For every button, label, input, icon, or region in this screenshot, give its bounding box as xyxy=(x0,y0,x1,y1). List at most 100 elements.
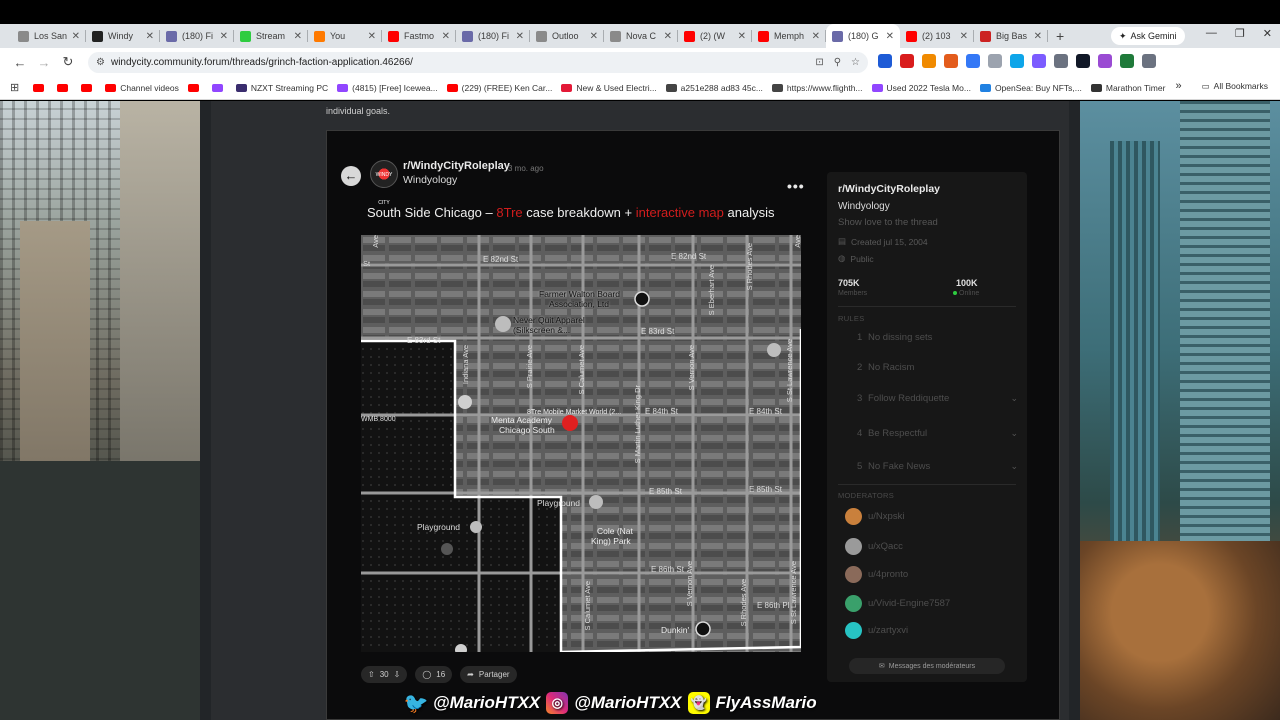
bookmark-item[interactable] xyxy=(211,83,227,92)
close-tab-icon[interactable]: ✕ xyxy=(146,31,154,42)
extension-icon[interactable] xyxy=(878,54,892,68)
extension-icon[interactable] xyxy=(1098,54,1112,68)
post-username[interactable]: Windyology xyxy=(403,174,457,186)
close-tab-icon[interactable]: ✕ xyxy=(294,31,302,42)
extension-icon[interactable] xyxy=(922,54,936,68)
place-label: Association, Ltd xyxy=(549,299,610,309)
extension-icon[interactable] xyxy=(1076,54,1090,68)
close-tab-icon[interactable]: ✕ xyxy=(1034,31,1042,42)
back-icon[interactable]: ← xyxy=(8,55,32,70)
reddit-embed: ← WINDY CITY r/WindyCityRoleplay 3 mo. a… xyxy=(326,130,1060,720)
map-image[interactable]: E 82nd St E 82nd St E 83rd St E 83rd St … xyxy=(361,235,801,652)
site-info-icon[interactable]: ⚙ xyxy=(96,57,105,68)
chevron-down-icon[interactable]: ⌄ xyxy=(1010,393,1018,404)
browser-tab[interactable]: Outloo ✕ xyxy=(530,24,604,48)
browser-tab[interactable]: You ✕ xyxy=(308,24,382,48)
sidebar-subreddit-name[interactable]: r/WindyCityRoleplay xyxy=(838,183,940,195)
bookmark-item[interactable]: Used 2022 Tesla Mo... xyxy=(871,83,971,93)
new-tab-icon[interactable]: + xyxy=(1056,28,1064,44)
close-tab-icon[interactable]: ✕ xyxy=(738,31,746,42)
bookmark-star-icon[interactable]: ☆ xyxy=(851,57,860,68)
bookmark-item[interactable]: https://www.flighth... xyxy=(771,83,863,93)
close-tab-icon[interactable]: ✕ xyxy=(72,31,80,42)
apps-grid-icon[interactable]: ⊞ xyxy=(10,81,19,94)
bookmark-item[interactable]: a251e288 ad83 45c... xyxy=(665,83,763,93)
subreddit-avatar[interactable]: WINDY CITY xyxy=(370,160,398,206)
close-tab-icon[interactable]: ✕ xyxy=(590,31,598,42)
extension-icon[interactable] xyxy=(966,54,980,68)
reload-icon[interactable]: ↻ xyxy=(56,54,80,70)
browser-tab[interactable]: Big Bas ✕ xyxy=(974,24,1048,48)
close-window-icon[interactable]: ✕ xyxy=(1263,27,1272,40)
close-tab-icon[interactable]: ✕ xyxy=(220,31,228,42)
extension-icon[interactable] xyxy=(944,54,958,68)
close-tab-icon[interactable]: ✕ xyxy=(516,31,524,42)
moderator-item[interactable]: u/Vivid-Engine7587 xyxy=(845,593,950,613)
back-arrow-icon[interactable]: ← xyxy=(341,166,361,186)
comments-button[interactable]: ◯ 16 xyxy=(415,666,453,683)
extension-icon[interactable] xyxy=(988,54,1002,68)
more-options-icon[interactable]: ••• xyxy=(787,178,805,194)
bookmark-item[interactable] xyxy=(81,83,96,92)
extension-icon[interactable] xyxy=(1010,54,1024,68)
minimize-icon[interactable]: — xyxy=(1206,27,1217,40)
bookmark-item[interactable]: NZXT Streaming PC xyxy=(235,83,328,93)
bookmark-item[interactable]: New & Used Electri... xyxy=(561,83,657,93)
browser-tab[interactable]: Memph ✕ xyxy=(752,24,826,48)
browser-tab[interactable]: Windy ✕ xyxy=(86,24,160,48)
bookmark-item[interactable] xyxy=(33,83,48,92)
rule-item[interactable]: 4 Be Respectful ⌄ xyxy=(838,425,1018,441)
browser-tab[interactable]: Nova C ✕ xyxy=(604,24,678,48)
browser-tab[interactable]: (180) G ✕ xyxy=(826,24,900,48)
browser-tab[interactable]: Stream ✕ xyxy=(234,24,308,48)
browser-tab[interactable]: Los San ✕ xyxy=(12,24,86,48)
moderator-item[interactable]: u/4pronto xyxy=(845,564,908,584)
bookmark-item[interactable] xyxy=(57,83,72,92)
bookmark-item[interactable] xyxy=(187,83,203,92)
browser-tab[interactable]: Fastmo ✕ xyxy=(382,24,456,48)
moderator-item[interactable]: u/zartyxvi xyxy=(845,620,908,640)
bookmark-item[interactable]: (229) (FREE) Ken Car... xyxy=(446,83,552,93)
bookmark-item[interactable]: Channel videos xyxy=(105,83,179,93)
bookmark-item[interactable]: Marathon Timer xyxy=(1090,83,1165,93)
extension-icon[interactable] xyxy=(1142,54,1156,68)
post-subreddit-name[interactable]: r/WindyCityRoleplay xyxy=(403,160,510,172)
vote-pill[interactable]: ⇧ 30 ⇩ xyxy=(361,666,408,683)
zoom-icon[interactable]: ⚲ xyxy=(834,57,841,68)
share-button[interactable]: ➦ Partager xyxy=(460,666,517,683)
all-bookmarks-button[interactable]: » ▭ All Bookmarks xyxy=(1176,80,1268,92)
forward-icon[interactable]: → xyxy=(32,55,56,70)
ask-gemini-button[interactable]: ✦ Ask Gemini xyxy=(1111,27,1185,45)
restore-icon[interactable]: ❐ xyxy=(1235,27,1245,40)
browser-tab[interactable]: (2) 103 ✕ xyxy=(900,24,974,48)
close-tab-icon[interactable]: ✕ xyxy=(442,31,450,42)
address-bar[interactable]: ⚙ windycity.community.forum/threads/grin… xyxy=(88,52,868,73)
close-tab-icon[interactable]: ✕ xyxy=(960,31,968,42)
extension-icon[interactable] xyxy=(1032,54,1046,68)
upvote-icon[interactable]: ⇧ xyxy=(368,670,375,679)
browser-tab[interactable]: (180) Fi ✕ xyxy=(456,24,530,48)
bookmark-item[interactable]: OpenSea: Buy NFTs,... xyxy=(979,83,1082,93)
close-tab-icon[interactable]: ✕ xyxy=(812,31,820,42)
install-icon[interactable]: ⊡ xyxy=(815,57,823,68)
extension-icon[interactable] xyxy=(1120,54,1134,68)
chevron-down-icon[interactable]: ⌄ xyxy=(1010,428,1018,439)
rule-item[interactable]: 2 No Racism xyxy=(838,359,1018,375)
extension-icon[interactable] xyxy=(900,54,914,68)
extension-icon[interactable] xyxy=(1054,54,1068,68)
moderator-item[interactable]: u/Nxpski xyxy=(845,506,904,526)
message-mods-button[interactable]: ✉ Messages des modérateurs xyxy=(849,658,1005,674)
chevron-down-icon[interactable]: ⌄ xyxy=(1010,461,1018,472)
moderator-item[interactable]: u/xQacc xyxy=(845,536,903,556)
rule-item[interactable]: 3 Follow Reddiquette ⌄ xyxy=(838,390,1018,406)
close-tab-icon[interactable]: ✕ xyxy=(664,31,672,42)
close-tab-icon[interactable]: ✕ xyxy=(886,31,894,42)
rule-item[interactable]: 5 No Fake News ⌄ xyxy=(838,458,1018,474)
browser-tab[interactable]: (180) Fi ✕ xyxy=(160,24,234,48)
downvote-icon[interactable]: ⇩ xyxy=(394,670,401,679)
rule-item[interactable]: 1 No dissing sets xyxy=(838,329,1018,345)
close-tab-icon[interactable]: ✕ xyxy=(368,31,376,42)
browser-tab[interactable]: (2) (W ✕ xyxy=(678,24,752,48)
bookmarks-more-icon[interactable]: » xyxy=(1176,80,1182,92)
bookmark-item[interactable]: (4815) [Free] Icewea... xyxy=(337,83,438,93)
